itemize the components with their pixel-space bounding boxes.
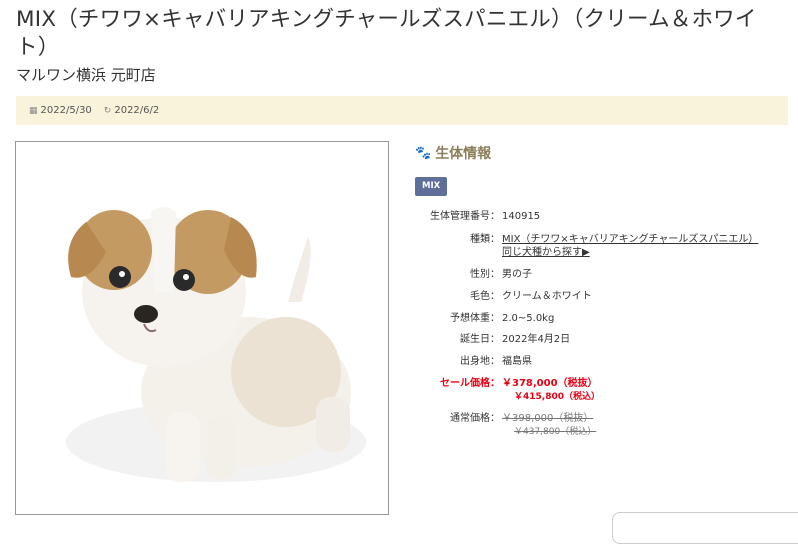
breed-link[interactable]: MIX（チワワ×キャバリアキングチャールズスパニエル） [502, 234, 758, 245]
calendar-icon: ▦ [29, 105, 38, 116]
birthday-value: 2022年4月2日 [502, 334, 571, 345]
posted-date: ▦ 2022/5/30 [29, 105, 92, 116]
updated-date: ↻ 2022/6/2 [104, 105, 159, 116]
info-row-birthday: 誕生日： 2022年4月2日 [415, 333, 792, 346]
sale-price-excl: ￥378,000（税抜） [502, 378, 598, 389]
regular-price-value: ￥398,000（税抜） ￥437,800（税込） [502, 412, 792, 439]
info-row-origin: 出身地： 福島県 [415, 355, 792, 368]
breed-badge: MIX [415, 177, 448, 196]
puppy-image [66, 207, 366, 482]
origin-value: 福島県 [502, 356, 532, 367]
id-value: 140915 [502, 211, 541, 222]
birthday-label: 誕生日： [460, 334, 500, 345]
info-row-weight: 予想体重： 2.0~5.0kg [415, 312, 792, 325]
same-breed-search-link[interactable]: 同じ犬種から探す▶ [502, 247, 590, 258]
paw-icon: 🐾 [415, 145, 432, 161]
info-row-id: 生体管理番号： 140915 [415, 210, 792, 223]
info-row-regular-price: 通常価格： ￥398,000（税抜） ￥437,800（税込） [415, 412, 792, 439]
info-heading-text: 生体情報 [435, 146, 492, 162]
breed-value: MIX（チワワ×キャバリアキングチャールズスパニエル） 同じ犬種から探す▶ [502, 233, 792, 259]
page-title: MIX（チワワ×キャバリアキングチャールズスパニエル）（クリーム＆ホワイト） [16, 7, 757, 60]
floating-panel-edge[interactable] [612, 512, 798, 544]
regular-price-incl: ￥437,800（税込） [514, 427, 597, 437]
refresh-icon: ↻ [103, 105, 112, 116]
sex-value: 男の子 [502, 269, 532, 280]
regular-price-label: 通常価格： [450, 413, 500, 424]
color-label: 毛色： [470, 291, 500, 302]
shop-name: マルワン横浜 元町店 [16, 66, 156, 84]
weight-label: 予想体重： [450, 313, 500, 324]
origin-label: 出身地： [460, 356, 500, 367]
puppy-photo[interactable] [15, 141, 389, 515]
date-bar: ▦ 2022/5/30 ↻ 2022/6/2 [16, 96, 788, 125]
info-row-sex: 性別： 男の子 [415, 268, 792, 281]
sale-price-label: セール価格： [440, 378, 500, 389]
info-row-color: 毛色： クリーム＆ホワイト [415, 290, 792, 303]
updated-date-text: 2022/6/2 [114, 105, 160, 116]
regular-price-excl: ￥398,000（税抜） [502, 413, 594, 424]
info-row-breed: 種類： MIX（チワワ×キャバリアキングチャールズスパニエル） 同じ犬種から探す… [415, 233, 792, 259]
weight-value: 2.0~5.0kg [502, 313, 555, 324]
sale-price-incl: ￥415,800（税込） [514, 392, 600, 402]
sex-label: 性別： [470, 269, 500, 280]
info-row-sale-price: セール価格： ￥378,000（税抜） ￥415,800（税込） [415, 377, 792, 404]
breed-label: 種類： [470, 234, 500, 245]
id-label: 生体管理番号： [430, 211, 500, 222]
info-heading: 🐾 生体情報 [415, 143, 491, 163]
sale-price-value: ￥378,000（税抜） ￥415,800（税込） [502, 377, 792, 404]
posted-date-text: 2022/5/30 [40, 105, 92, 116]
color-value: クリーム＆ホワイト [502, 291, 592, 302]
